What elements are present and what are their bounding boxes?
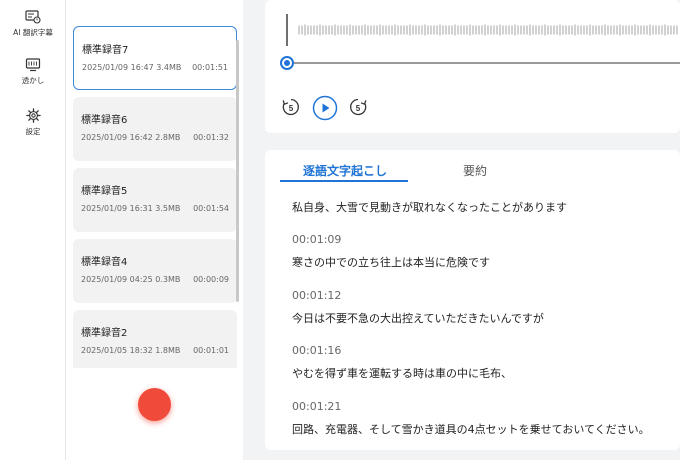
- forward-5-label: 5: [356, 104, 361, 113]
- nav-item-settings[interactable]: 設定: [0, 108, 66, 137]
- rewind-5-label: 5: [289, 104, 294, 113]
- recording-duration: 00:00:09: [193, 275, 229, 284]
- tab-transcript[interactable]: 逐語文字起こし: [303, 162, 387, 179]
- recording-item[interactable]: 標準録音5 2025/01/09 16:31 3.5MB 00:01:54: [73, 168, 237, 232]
- tab-summary[interactable]: 要約: [463, 162, 487, 179]
- transcript-line: やむを得ず車を運転する時は車の中に毛布、: [292, 367, 512, 380]
- gear-icon: [25, 108, 41, 123]
- nav-rail: AI 翻訳字幕 透かし 設定: [0, 0, 66, 460]
- transcript-line: 寒さの中での立ち往上は本当に危険です: [292, 256, 490, 269]
- audio-player: 5 5: [265, 0, 680, 133]
- recording-duration: 00:01:54: [193, 204, 229, 213]
- transcript-line: 回路、充電器、そして雪かき道具の4点セットを乗せておいてください。: [292, 423, 650, 436]
- forward-5-icon[interactable]: 5: [348, 97, 368, 117]
- recording-duration: 00:01:51: [192, 63, 228, 72]
- progress-thumb[interactable]: [280, 56, 294, 70]
- transcript-line: 私自身、大雪で見動きが取れなくなったことがあります: [292, 201, 567, 214]
- recording-meta: 2025/01/09 16:31 3.5MB: [81, 204, 181, 213]
- recording-title: 標準録音2: [81, 328, 128, 339]
- nav-label-ai-subtitle: AI 翻訳字幕: [13, 28, 53, 37]
- transcript-line: 今日は不要不急の大出控えていただきたいんですが: [292, 312, 544, 325]
- transcript-timestamp[interactable]: 00:01:21: [292, 400, 341, 413]
- progress-track[interactable]: [287, 62, 680, 64]
- recording-item[interactable]: 標準録音7 2025/01/09 16:47 3.4MB 00:01:51: [73, 26, 237, 90]
- recording-title: 標準録音5: [81, 186, 128, 197]
- recording-meta: 2025/01/05 18:32 1.8MB: [81, 346, 181, 355]
- play-icon[interactable]: [312, 95, 338, 121]
- rewind-5-icon[interactable]: 5: [281, 97, 301, 117]
- recording-meta: 2025/01/09 16:47 3.4MB: [82, 63, 182, 72]
- nav-item-ai-subtitle[interactable]: AI 翻訳字幕: [0, 10, 66, 38]
- recording-meta: 2025/01/09 04:25 0.3MB: [81, 275, 181, 284]
- recording-duration: 00:01:01: [193, 346, 229, 355]
- watermark-icon: [25, 58, 41, 72]
- recording-item[interactable]: 標準録音2 2025/01/05 18:32 1.8MB 00:01:01: [73, 310, 237, 374]
- transcript-panel: 逐語文字起こし 要約 私自身、大雪で見動きが取れなくなったことがあります 00:…: [265, 150, 680, 450]
- transcript-timestamp[interactable]: 00:01:16: [292, 344, 341, 357]
- recording-title: 標準録音7: [82, 45, 129, 56]
- recording-item[interactable]: 標準録音6 2025/01/09 16:42 2.8MB 00:01:32: [73, 97, 237, 161]
- recording-item[interactable]: 標準録音4 2025/01/09 04:25 0.3MB 00:00:09: [73, 239, 237, 303]
- nav-item-watermark[interactable]: 透かし: [0, 58, 66, 86]
- tab-underline: [280, 180, 408, 182]
- recording-title: 標準録音4: [81, 257, 128, 268]
- nav-label-settings: 設定: [25, 127, 41, 136]
- recording-title: 標準録音6: [81, 115, 128, 126]
- nav-label-watermark: 透かし: [21, 76, 45, 85]
- recording-meta: 2025/01/09 16:42 2.8MB: [81, 133, 181, 142]
- record-button[interactable]: [138, 388, 171, 421]
- transcript-timestamp[interactable]: 00:01:12: [292, 289, 341, 302]
- list-scrollbar[interactable]: [236, 40, 239, 302]
- recording-duration: 00:01:32: [193, 133, 229, 142]
- waveform[interactable]: [285, 14, 680, 46]
- subtitle-translate-icon: [25, 10, 41, 24]
- transcript-timestamp[interactable]: 00:01:09: [292, 233, 341, 246]
